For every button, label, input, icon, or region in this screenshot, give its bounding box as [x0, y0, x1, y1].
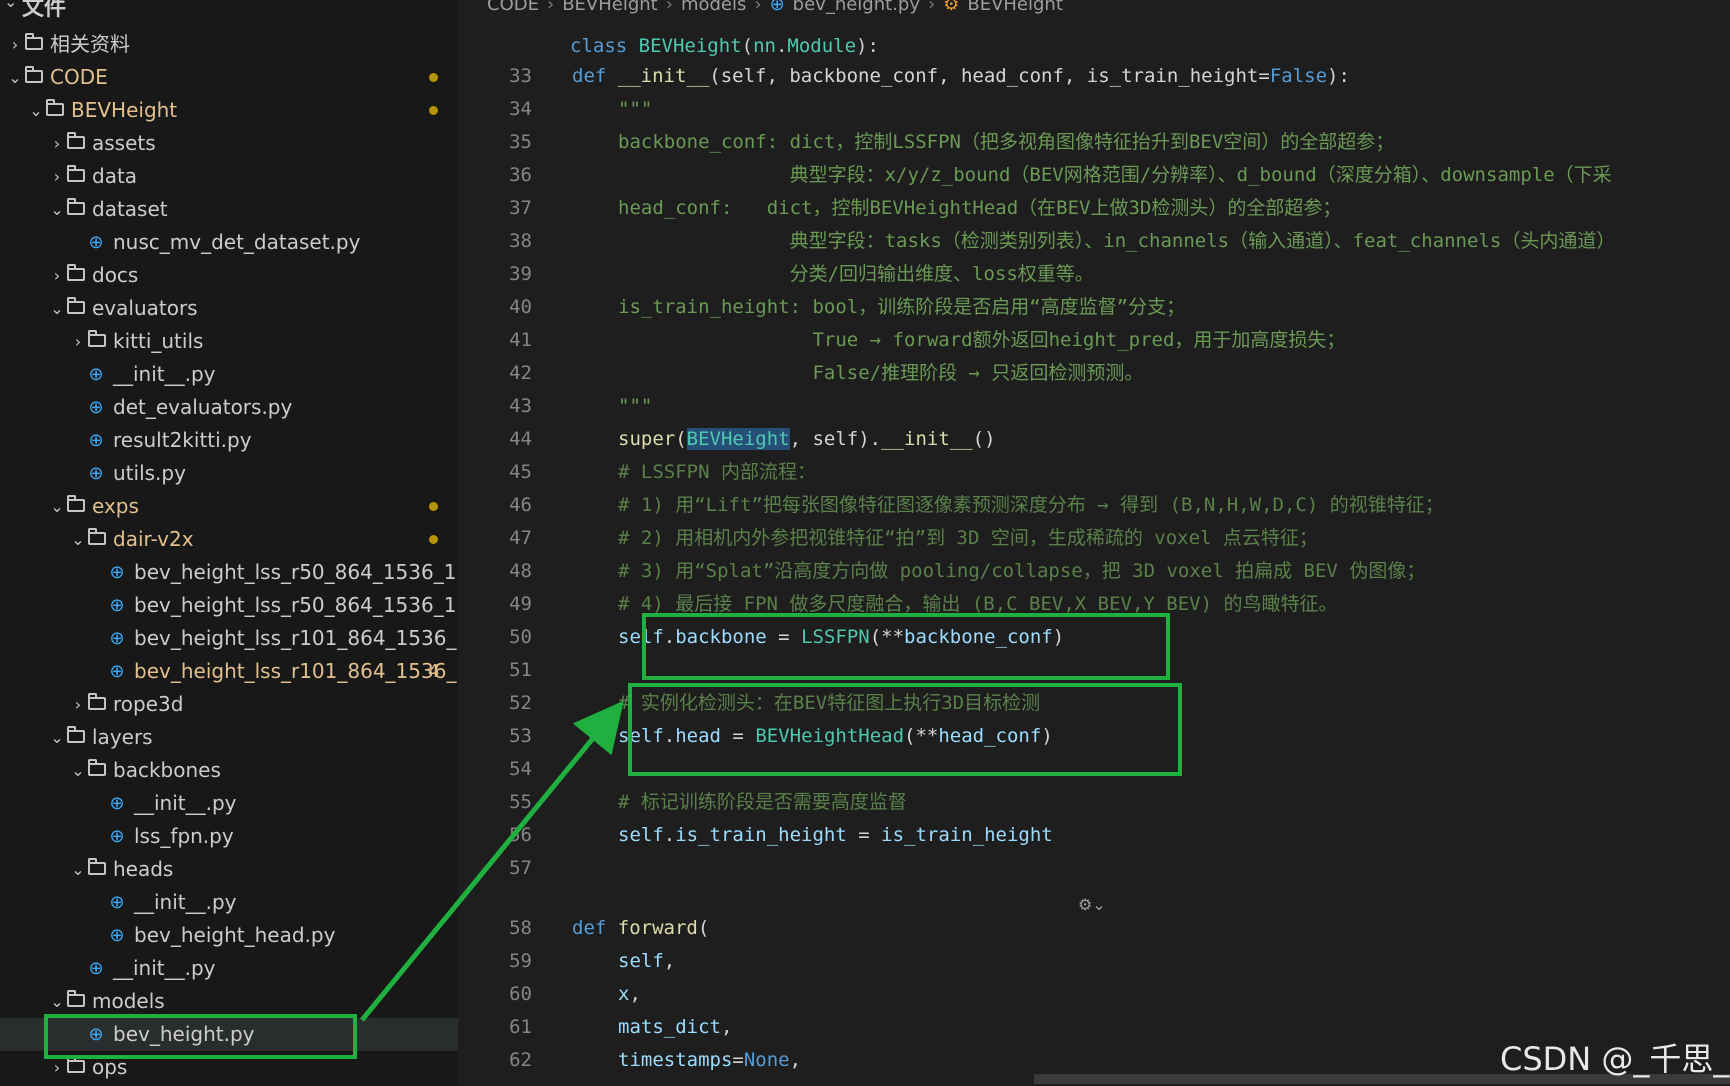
annotation-arrow: [360, 700, 624, 1022]
watermark: CSDN @_千思_: [1500, 1040, 1730, 1078]
